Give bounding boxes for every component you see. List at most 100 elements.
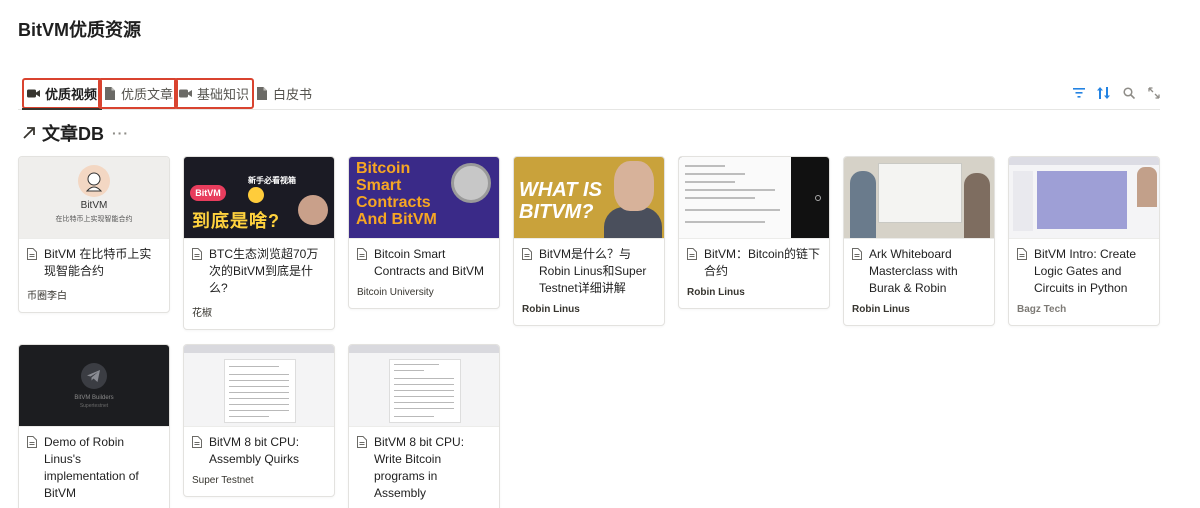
screen-capture (224, 359, 296, 423)
card-thumbnail: BitVM 新手必看视箱 到底是啥? (184, 157, 334, 239)
thumb-text: BitVM Builders (74, 395, 114, 401)
thumb-text: Supertestnet (79, 403, 109, 409)
card-author: Bitcoin University (357, 287, 434, 298)
thumb-text: 新手必看视箱 (248, 176, 296, 185)
card-thumbnail: BitVM 在比特币上实现智能合约 (19, 157, 169, 239)
loading-icon (815, 195, 821, 201)
database-title-text: 文章DB (42, 124, 104, 144)
browser-bar (184, 345, 334, 353)
document-icon (192, 248, 204, 297)
card-author: Bagz Tech (1017, 304, 1067, 315)
search-icon[interactable] (1122, 86, 1135, 99)
card-title: Ark Whiteboard Masterclass with Burak & … (869, 247, 958, 295)
card-title: BitVM 在比特币上实现智能合约 (44, 247, 152, 278)
card-thumbnail (184, 345, 334, 427)
thinking-emoji-icon (248, 187, 264, 203)
thumb-text: BitVM (80, 200, 108, 211)
more-options-icon[interactable]: ··· (112, 125, 129, 141)
tab-quality-videos[interactable]: 优质视频 (22, 78, 103, 110)
document-icon (522, 248, 534, 297)
screen-capture (389, 359, 461, 423)
screen-capture (1013, 171, 1033, 231)
gallery-card[interactable]: BitVM 在比特币上实现智能合约 BitVM 在比特币上实现智能合约 币圈李白 (18, 156, 170, 313)
tab-label: 白皮书 (273, 87, 313, 102)
bitcoin-coin-icon (451, 163, 491, 203)
card-title: Demo of Robin Linus's implementation of … (44, 435, 139, 500)
presenter-photo (604, 207, 662, 238)
card-title: BitVM是什么？与Robin Linus和Super Testnet详细讲解 (539, 247, 647, 295)
tab-whitepaper[interactable]: 白皮书 (250, 78, 317, 109)
gallery-card[interactable]: WHAT IS BITVM? BitVM是什么？与Robin Linus和Sup… (513, 156, 665, 326)
thumb-text: 到底是啥? (192, 211, 280, 231)
presenter-photo (298, 195, 328, 225)
gallery-card[interactable]: BitVM 新手必看视箱 到底是啥? BTC生态浏览超70万次的BitVM到底是… (183, 156, 335, 330)
view-tabs: 优质视频 优质文章 基础知识 白皮书 (18, 78, 1160, 110)
cartoon-avatar-icon (78, 165, 110, 197)
card-thumbnail (349, 345, 499, 427)
browser-bar (349, 345, 499, 353)
card-author: Robin Linus (522, 304, 580, 315)
tab-label: 基础知识 (197, 87, 250, 102)
document-icon (255, 87, 268, 100)
document-icon (357, 248, 369, 280)
whiteboard-photo (878, 163, 962, 223)
video-icon (179, 87, 192, 100)
card-author: Super Testnet (192, 475, 254, 486)
gallery-card[interactable]: BitVM：Bitcoin的链下合约 Robin Linus (678, 156, 830, 309)
gallery-card[interactable]: BitVM Intro: Create Logic Gates and Circ… (1008, 156, 1160, 326)
telegram-icon (81, 363, 107, 389)
card-title: BitVM 8 bit CPU: Assembly Quirks (209, 435, 300, 466)
document-icon (687, 248, 699, 280)
card-title: Bitcoin Smart Contracts and BitVM (374, 247, 485, 278)
card-thumbnail: BitVM Builders Supertestnet (19, 345, 169, 427)
presenter-photo (1137, 167, 1157, 207)
linked-arrow-icon (22, 126, 36, 140)
document-icon (852, 248, 864, 297)
card-author: Robin Linus (687, 287, 745, 298)
page-title: BitVM优质资源 (18, 20, 141, 40)
screen-capture (1037, 171, 1127, 229)
thumb-text: WHAT IS BITVM? (519, 179, 602, 223)
screen-capture (679, 157, 791, 238)
sort-icon[interactable] (1097, 86, 1110, 99)
tab-quality-articles[interactable]: 优质文章 (98, 78, 179, 109)
document-icon (27, 248, 39, 280)
expand-icon[interactable] (1147, 86, 1160, 99)
gallery-card[interactable]: BitVM 8 bit CPU: Assembly Quirks Super T… (183, 344, 335, 497)
document-icon (192, 436, 204, 468)
card-thumbnail: WHAT IS BITVM? (514, 157, 664, 239)
filter-icon[interactable] (1072, 86, 1085, 99)
tab-basic-knowledge[interactable]: 基础知识 (174, 78, 255, 109)
card-author: 币圈李白 (27, 291, 67, 302)
card-title: BitVM 8 bit CPU: Write Bitcoin programs … (374, 435, 465, 500)
document-icon (103, 87, 116, 100)
presenter-photo (964, 173, 990, 238)
document-icon (357, 436, 369, 502)
card-thumbnail (679, 157, 829, 239)
gallery-card[interactable]: Bitcoin Smart Contracts And BitVM Bitcoi… (348, 156, 500, 309)
database-title[interactable]: 文章DB ··· (22, 120, 129, 146)
tab-label: 优质文章 (121, 87, 174, 102)
card-author: Robin Linus (852, 304, 910, 315)
thumb-text: 在比特币上实现智能合约 (55, 216, 133, 223)
browser-bar (1009, 157, 1159, 165)
card-author: 花椒 (192, 308, 212, 319)
thumb-text: BitVM (190, 185, 226, 201)
card-title: BitVM Intro: Create Logic Gates and Circ… (1034, 247, 1137, 295)
document-icon (1017, 248, 1029, 297)
card-thumbnail (1009, 157, 1159, 239)
thumb-text: Bitcoin Smart Contracts And BitVM (356, 160, 437, 228)
video-icon (27, 87, 40, 100)
view-toolbar (1072, 86, 1160, 99)
gallery-card[interactable]: BitVM 8 bit CPU: Write Bitcoin programs … (348, 344, 500, 508)
presenter-photo (614, 161, 654, 211)
card-title: BTC生态浏览超70万次的BitVM到底是什么? (209, 247, 319, 295)
card-thumbnail: Bitcoin Smart Contracts And BitVM (349, 157, 499, 239)
presenter-photo (850, 171, 876, 238)
card-title: BitVM：Bitcoin的链下合约 (704, 247, 821, 278)
gallery-card[interactable]: Ark Whiteboard Masterclass with Burak & … (843, 156, 995, 326)
tab-label: 优质视频 (45, 87, 98, 102)
card-thumbnail (844, 157, 994, 239)
document-icon (27, 436, 39, 502)
gallery-card[interactable]: BitVM Builders Supertestnet Demo of Robi… (18, 344, 170, 508)
